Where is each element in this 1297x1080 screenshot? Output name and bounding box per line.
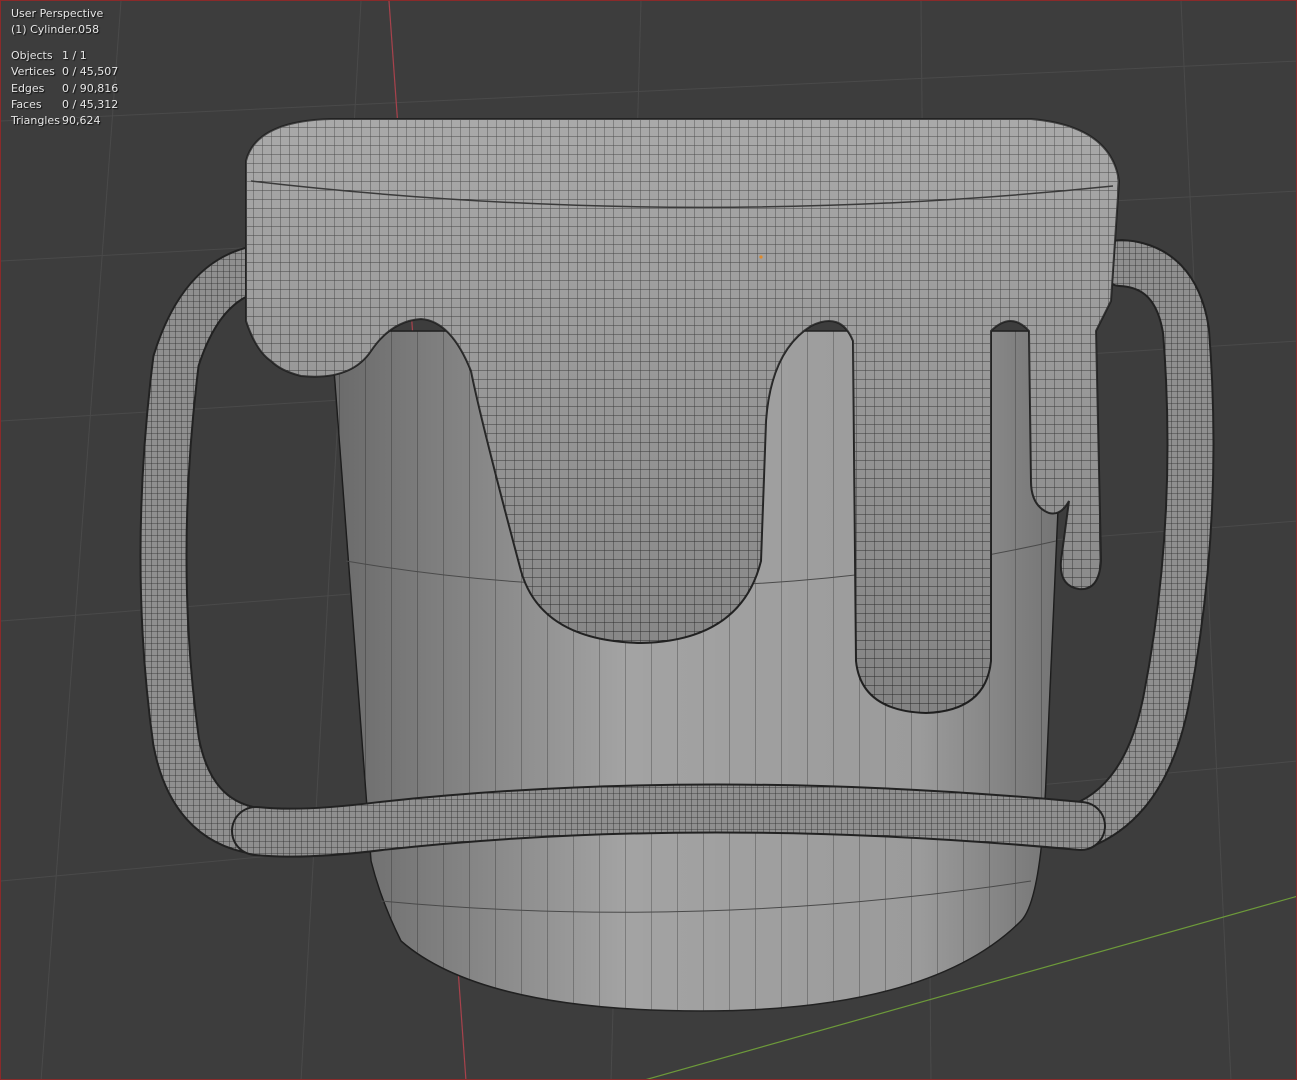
viewport-info-overlay: User Perspective (1) Cylinder.058 Object… bbox=[11, 6, 118, 130]
stat-label: Faces bbox=[11, 98, 42, 112]
view-name: User Perspective bbox=[11, 7, 104, 20]
stat-value: 0 / 90,816 bbox=[62, 81, 119, 95]
stat-label: Edges bbox=[11, 81, 45, 95]
active-object-name: (1) Cylinder.058 bbox=[11, 23, 100, 37]
stat-row-vertices: Vertices 0 / 45,507 bbox=[11, 64, 118, 80]
stat-value: 0 / 45,312 bbox=[62, 98, 119, 112]
stat-label: Triangles bbox=[11, 114, 60, 128]
stat-value: 1 / 1 bbox=[62, 48, 87, 62]
3d-viewport[interactable]: User Perspective (1) Cylinder.058 Object… bbox=[0, 0, 1297, 1080]
bucket-handle-front bbox=[231, 783, 1106, 858]
stat-row-faces: Faces 0 / 45,312 bbox=[11, 97, 118, 113]
stat-label: Vertices bbox=[11, 65, 55, 79]
origin-point bbox=[759, 255, 763, 259]
stat-row-edges: Edges 0 / 90,816 bbox=[11, 81, 118, 97]
viewport-scene bbox=[1, 1, 1296, 1079]
scene-statistics: Objects 1 / 1 Vertices 0 / 45,507 Edges … bbox=[11, 48, 118, 130]
stat-row-objects: Objects 1 / 1 bbox=[11, 48, 118, 64]
stat-value: 0 / 45,507 bbox=[62, 65, 119, 79]
stat-row-triangles: Triangles 90,624 bbox=[11, 113, 118, 129]
stat-value: 90,624 bbox=[62, 114, 101, 128]
stat-label: Objects bbox=[11, 48, 53, 62]
